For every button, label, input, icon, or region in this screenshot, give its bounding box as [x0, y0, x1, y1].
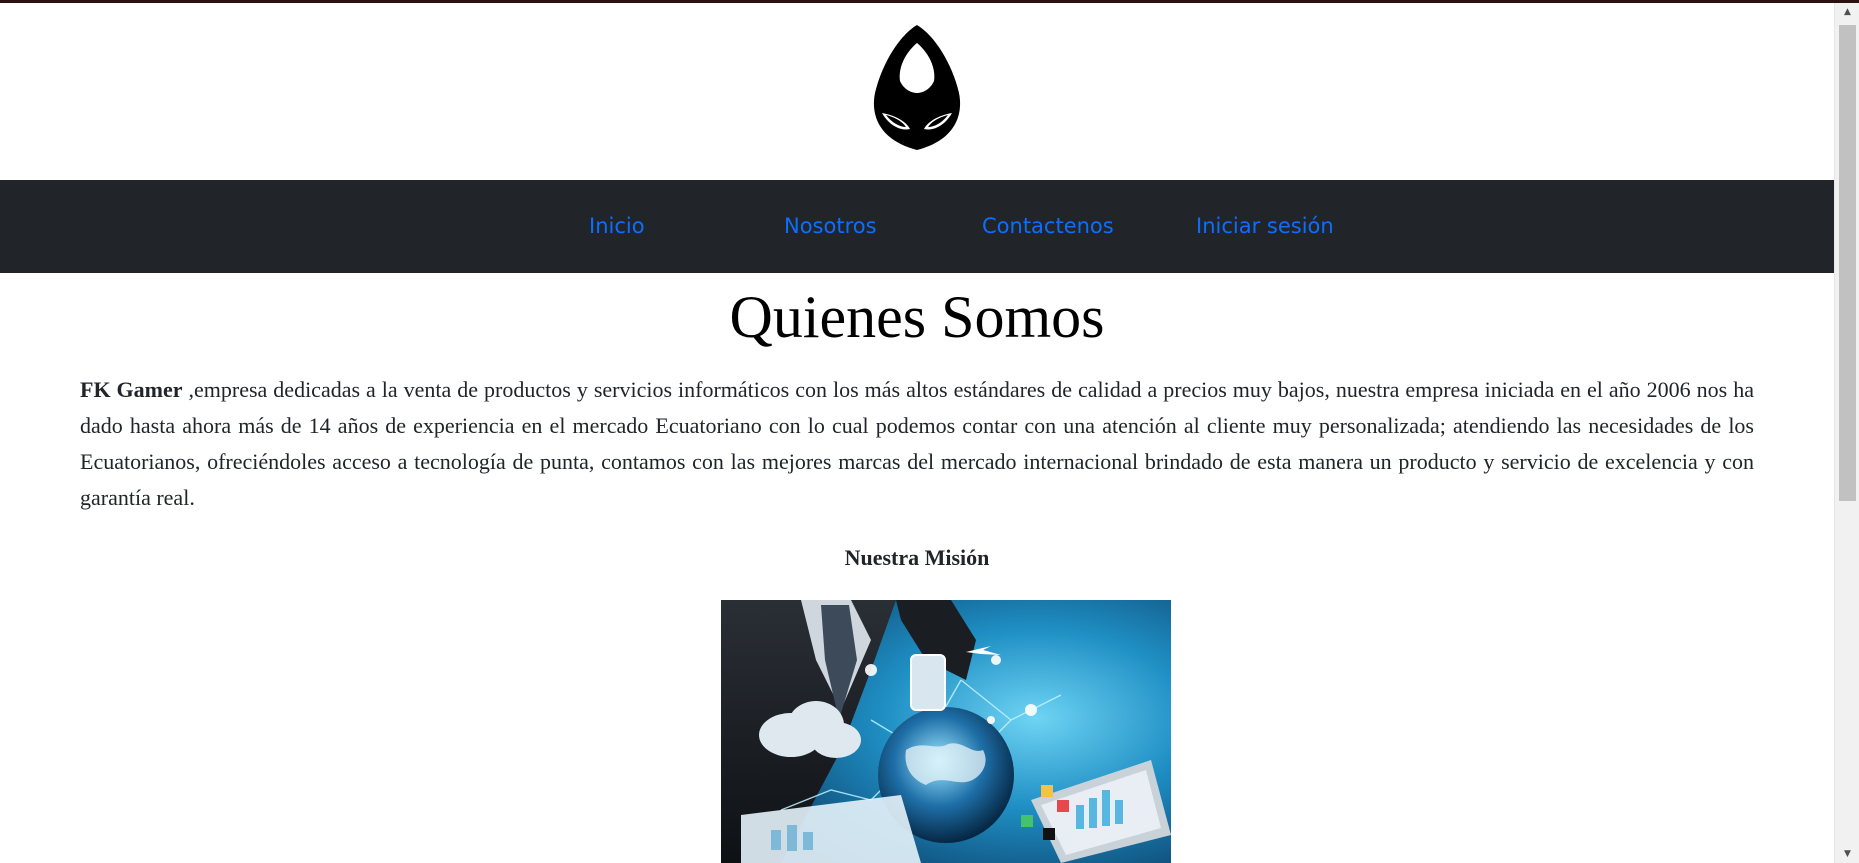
mission-technology-image: [721, 600, 1171, 863]
scroll-down-arrow-icon[interactable]: ▼: [1835, 845, 1859, 863]
main-navbar: Inicio Nosotros Contactenos Iniciar sesi…: [0, 180, 1834, 273]
page: Inicio Nosotros Contactenos Iniciar sesi…: [0, 0, 1834, 863]
company-name: FK Gamer: [80, 377, 183, 402]
nav-link-iniciar-sesion[interactable]: Iniciar sesión: [1196, 180, 1334, 273]
mission-illustration: [721, 600, 1171, 863]
about-description: ,empresa dedicadas a la venta de product…: [80, 377, 1754, 510]
nav-link-nosotros[interactable]: Nosotros: [784, 180, 877, 273]
about-paragraph: FK Gamer ,empresa dedicadas a la venta d…: [80, 372, 1754, 516]
scroll-up-arrow-icon[interactable]: ▲: [1835, 3, 1859, 21]
mission-heading: Nuestra Misión: [844, 545, 990, 570]
nav-link-inicio[interactable]: Inicio: [589, 180, 645, 273]
hooded-mask-logo-icon[interactable]: [870, 23, 964, 153]
vertical-scrollbar[interactable]: ▲ ▼: [1834, 3, 1859, 863]
brand-header: [0, 3, 1834, 180]
scrollbar-thumb[interactable]: [1839, 25, 1856, 501]
nav-link-contactenos[interactable]: Contactenos: [982, 180, 1114, 273]
page-title: Quienes Somos: [729, 284, 1105, 350]
